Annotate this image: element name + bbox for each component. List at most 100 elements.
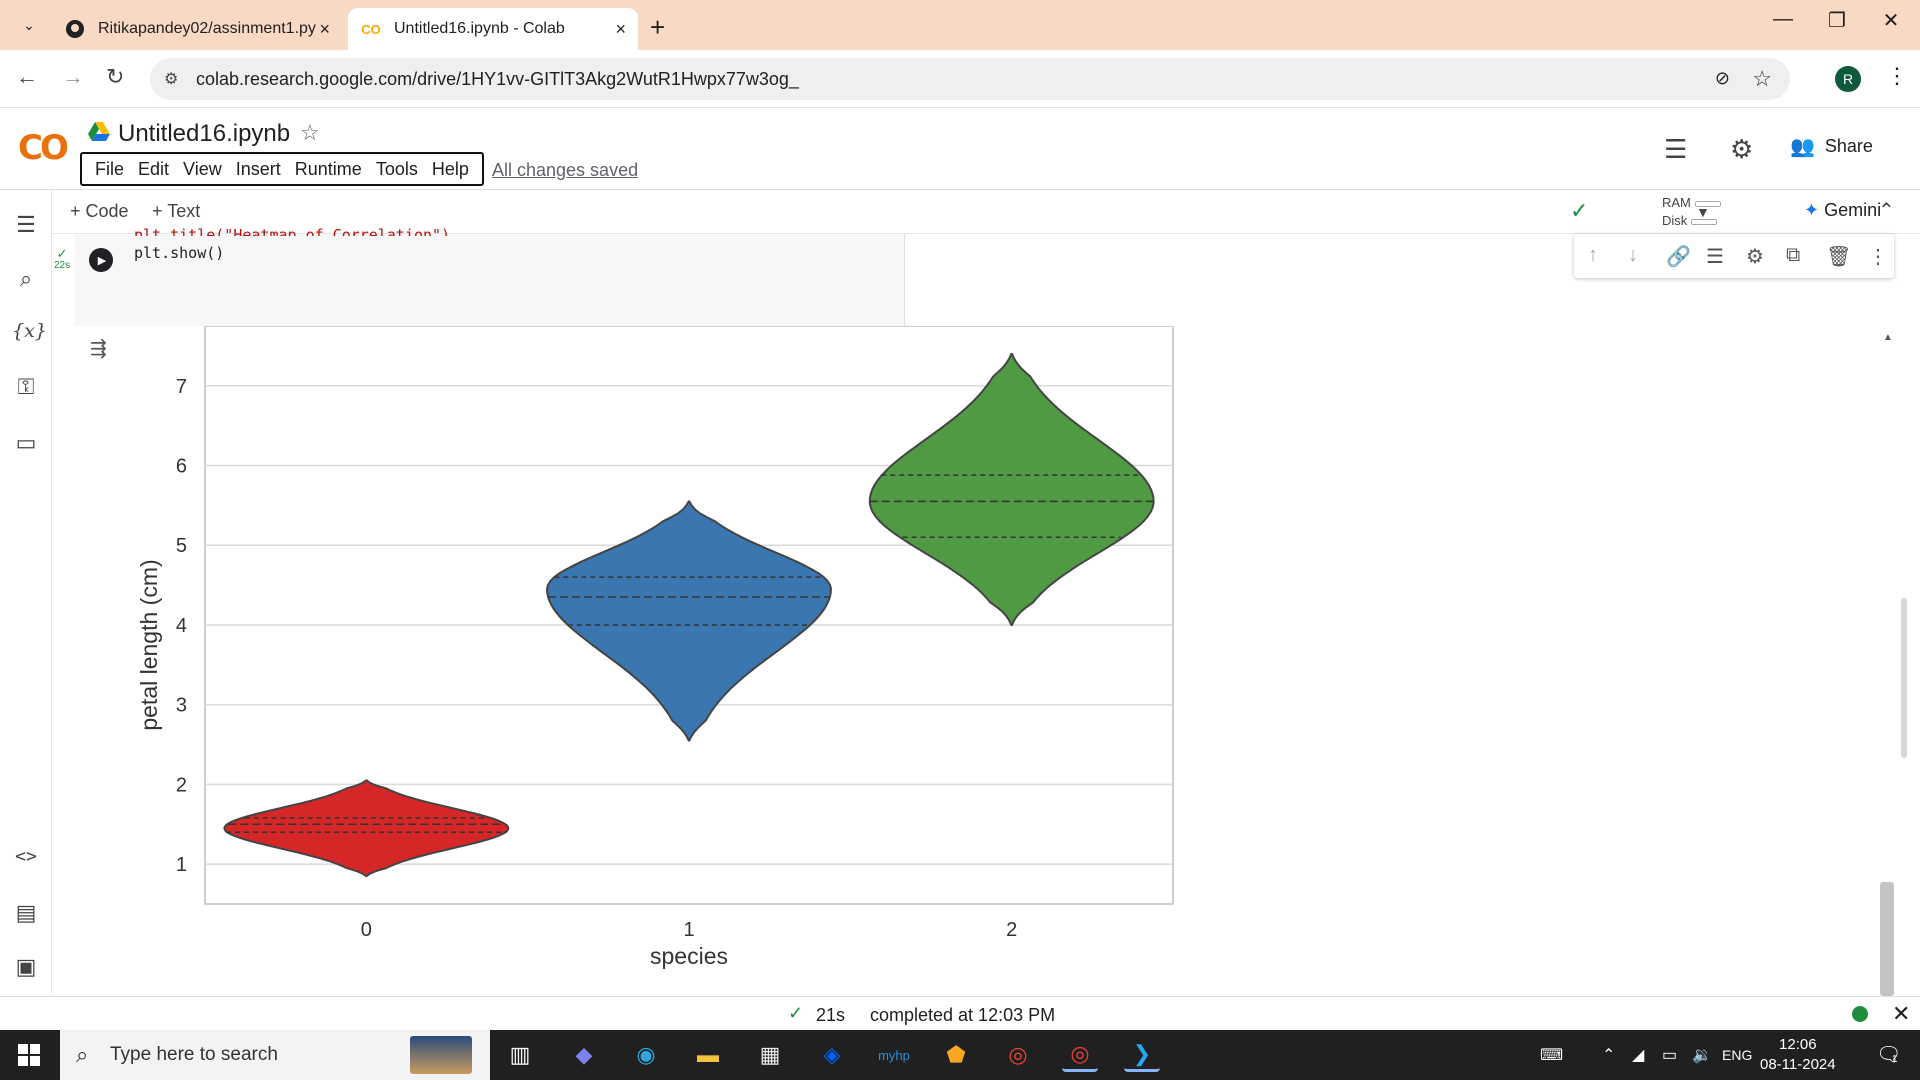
site-info-icon[interactable]: ⚙ bbox=[164, 69, 178, 89]
bookmark-star-icon[interactable]: ☆ bbox=[1752, 66, 1772, 92]
browser-tab[interactable]: Ritikapandey02/assinment1.py × bbox=[52, 8, 342, 50]
more-options-icon[interactable]: ⋮ bbox=[1868, 244, 1888, 269]
volume-icon[interactable]: 🔉 bbox=[1692, 1045, 1712, 1065]
forward-icon[interactable]: → bbox=[62, 64, 84, 90]
runtime-status-dot[interactable] bbox=[1852, 1006, 1868, 1022]
colab-logo[interactable]: CO bbox=[18, 128, 69, 168]
code-line[interactable]: plt.show() bbox=[134, 244, 224, 262]
command-palette-icon[interactable]: ▤ bbox=[12, 900, 40, 926]
edge-icon[interactable]: ◉ bbox=[628, 1038, 664, 1072]
code-line-clipped[interactable]: plt.title("Heatmap of Correlation") bbox=[134, 226, 450, 236]
tab-search-button[interactable]: ⌄ bbox=[14, 12, 44, 38]
link-icon[interactable]: 🔗 bbox=[1666, 244, 1691, 269]
run-cell-button[interactable]: ▶ bbox=[89, 248, 113, 272]
close-window-icon[interactable]: ✕ bbox=[1866, 8, 1916, 33]
battery-icon[interactable]: ▭ bbox=[1662, 1045, 1677, 1065]
restore-icon[interactable]: ❐ bbox=[1812, 8, 1862, 33]
files-folder-icon[interactable]: ▭ bbox=[12, 430, 40, 456]
show-hidden-icons[interactable]: ⌃ bbox=[1602, 1045, 1615, 1065]
copilot-icon[interactable]: ◆ bbox=[566, 1038, 602, 1072]
close-status-icon[interactable]: ✕ bbox=[1892, 1001, 1910, 1027]
taskbar-clock[interactable]: 12:06 08-11-2024 bbox=[1760, 1035, 1836, 1075]
dropbox-icon[interactable]: ◈ bbox=[814, 1038, 850, 1072]
runtime-dropdown-icon[interactable]: ▼ bbox=[1696, 204, 1710, 220]
output-scrollbar[interactable]: ▲ bbox=[1880, 326, 1896, 996]
comment-icon[interactable]: ☰ bbox=[1706, 244, 1724, 269]
windows-start-icon[interactable] bbox=[18, 1044, 40, 1066]
reload-icon[interactable]: ↻ bbox=[106, 64, 124, 90]
connected-check-icon: ✓ bbox=[1570, 198, 1589, 223]
collapse-chevron-icon[interactable]: ⌃ bbox=[1878, 198, 1895, 223]
minimize-icon[interactable]: — bbox=[1758, 8, 1808, 31]
close-tab-icon[interactable]: × bbox=[319, 19, 330, 40]
notebook-title[interactable]: Untitled16.ipynb bbox=[118, 120, 290, 148]
x-tick-label: 0 bbox=[361, 919, 372, 941]
taskbar-search[interactable]: ⌕ Type here to search bbox=[60, 1030, 490, 1080]
disk-label: Disk bbox=[1662, 213, 1688, 228]
close-tab-icon[interactable]: × bbox=[615, 19, 626, 40]
x-tick-label: 2 bbox=[1006, 919, 1017, 941]
language-indicator[interactable]: ENG bbox=[1722, 1047, 1752, 1063]
colab-icon: CO bbox=[361, 21, 381, 37]
terminal-icon[interactable]: ▣ bbox=[12, 954, 40, 980]
file-explorer-icon[interactable]: ▬ bbox=[690, 1038, 726, 1072]
browser-tab-active[interactable]: CO Untitled16.ipynb - Colab × bbox=[348, 8, 638, 50]
code-snippets-icon[interactable]: <> bbox=[12, 846, 40, 867]
network-icon[interactable]: ◢ bbox=[1632, 1045, 1644, 1065]
chrome-profile-icon[interactable]: ◎ bbox=[1062, 1038, 1098, 1072]
delete-icon[interactable]: 🗑 bbox=[1826, 244, 1851, 269]
variables-icon[interactable]: {x} bbox=[12, 320, 47, 342]
vscode-icon[interactable]: ❯ bbox=[1124, 1038, 1160, 1072]
menu-file[interactable]: File bbox=[88, 159, 131, 180]
add-text-button[interactable]: + Text bbox=[152, 201, 200, 222]
cell-divider bbox=[904, 234, 905, 326]
exec-time: 22s bbox=[54, 260, 71, 271]
share-label: Share bbox=[1824, 136, 1873, 156]
violin-plot: 1 2 3 4 5 6 7 0 1 2 species petal length (cm) bbox=[136, 326, 1174, 969]
menu-view[interactable]: View bbox=[176, 159, 229, 180]
microsoft-store-icon[interactable]: ▦ bbox=[752, 1038, 788, 1072]
url-text[interactable]: colab.research.google.com/drive/1HY1vv-G… bbox=[196, 69, 799, 90]
browser-menu-icon[interactable]: ⋮ bbox=[1886, 63, 1908, 89]
omnibox[interactable]: ⚙ colab.research.google.com/drive/1HY1vv… bbox=[150, 58, 1790, 100]
move-down-icon[interactable]: ↓ bbox=[1628, 244, 1638, 267]
gemini-button[interactable]: ✦ Gemini bbox=[1804, 200, 1881, 221]
save-status[interactable]: All changes saved bbox=[492, 160, 638, 181]
touch-keyboard-icon[interactable]: ⌨ bbox=[1540, 1045, 1563, 1065]
star-notebook-icon[interactable]: ☆ bbox=[300, 120, 320, 146]
profile-avatar[interactable]: R bbox=[1835, 66, 1861, 92]
tab-title: Untitled16.ipynb - Colab bbox=[394, 20, 565, 37]
resource-monitor[interactable]: RAM Disk bbox=[1662, 194, 1721, 230]
menu-help[interactable]: Help bbox=[425, 159, 476, 180]
clock-time: 12:06 bbox=[1779, 1036, 1817, 1053]
menu-edit[interactable]: Edit bbox=[131, 159, 176, 180]
cell-settings-icon[interactable]: ⚙ bbox=[1746, 244, 1764, 269]
scroll-thumb[interactable] bbox=[1880, 882, 1894, 996]
myhp-icon[interactable]: myhp bbox=[876, 1038, 912, 1072]
new-tab-button[interactable]: + bbox=[650, 12, 665, 43]
mirror-cell-icon[interactable]: ⧉ bbox=[1786, 244, 1800, 267]
y-axis-label: petal length (cm) bbox=[136, 559, 162, 730]
cell-toolbar: ↑ ↓ 🔗 ☰ ⚙ ⧉ 🗑 ⋮ bbox=[1574, 234, 1894, 278]
windows-taskbar: ⌕ Type here to search ▥ ◆ ◉ ▬ ▦ ◈ myhp ⬟… bbox=[0, 1030, 1920, 1080]
menu-insert[interactable]: Insert bbox=[229, 159, 288, 180]
search-icon[interactable]: ⌕ bbox=[12, 266, 40, 292]
table-of-contents-icon[interactable]: ☰ bbox=[12, 212, 40, 238]
menu-tools[interactable]: Tools bbox=[369, 159, 425, 180]
chrome-icon[interactable]: ◎ bbox=[1000, 1038, 1036, 1072]
google-drive-icon bbox=[88, 122, 110, 141]
page-scroll-thumb[interactable] bbox=[1901, 598, 1907, 758]
settings-gear-icon[interactable]: ⚙ bbox=[1730, 134, 1753, 165]
secrets-key-icon[interactable]: ⚿ bbox=[12, 374, 40, 400]
menu-runtime[interactable]: Runtime bbox=[288, 159, 369, 180]
add-code-button[interactable]: + Code bbox=[70, 201, 129, 222]
back-icon[interactable]: ← bbox=[16, 64, 38, 90]
share-button[interactable]: 👥 Share bbox=[1790, 134, 1873, 159]
ram-label: RAM bbox=[1662, 195, 1691, 210]
cast-blocked-icon[interactable]: ⊘ bbox=[1715, 68, 1730, 89]
move-up-icon[interactable]: ↑ bbox=[1588, 244, 1598, 267]
task-view-icon[interactable]: ▥ bbox=[502, 1038, 538, 1072]
scroll-up-arrow-icon[interactable]: ▲ bbox=[1883, 332, 1893, 343]
comments-icon[interactable]: ☰ bbox=[1664, 134, 1687, 165]
vpn-shield-icon[interactable]: ⬟ bbox=[938, 1038, 974, 1072]
